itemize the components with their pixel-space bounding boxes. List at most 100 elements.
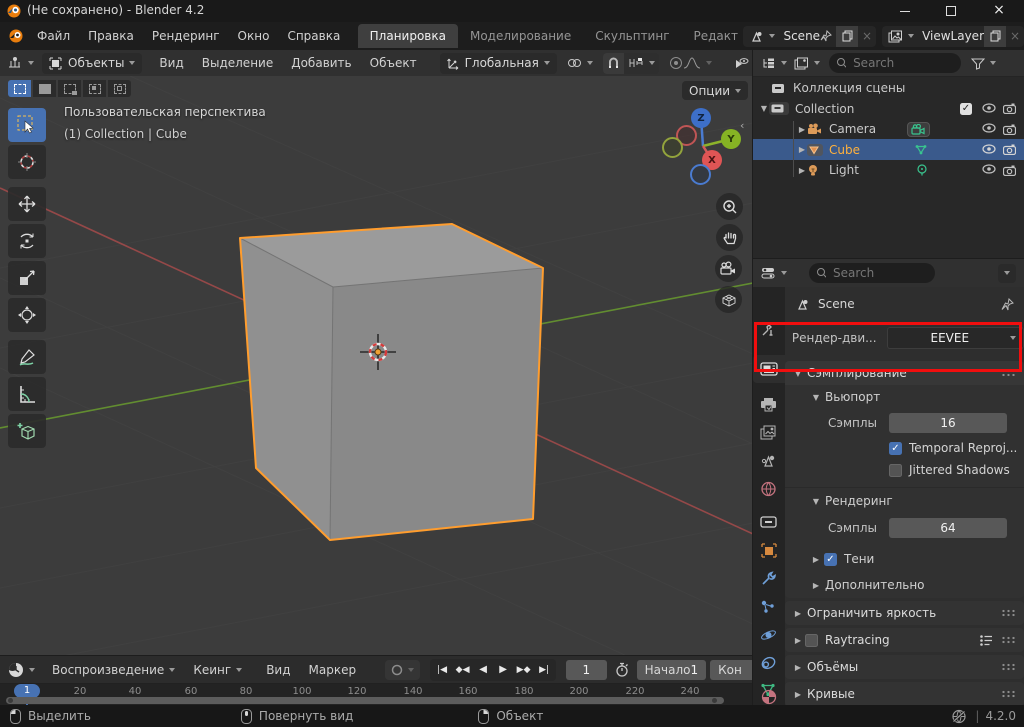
- timeline-editor-type-button[interactable]: [8, 662, 35, 678]
- curves-drag-handle[interactable]: [1001, 690, 1016, 698]
- camera-eye-icon[interactable]: [982, 122, 996, 136]
- light-eye-icon[interactable]: [982, 163, 996, 177]
- tab-output[interactable]: [760, 397, 777, 412]
- frame-end-field[interactable]: Кон: [710, 660, 752, 680]
- tab-constraints[interactable]: [760, 655, 777, 671]
- select-box-variant-subtract[interactable]: [58, 80, 81, 97]
- frame-start-field[interactable]: Начало 1: [637, 660, 706, 680]
- tool-select-box[interactable]: [8, 108, 46, 142]
- auto-keying-button[interactable]: [385, 660, 420, 680]
- menu-help[interactable]: Справка: [278, 23, 349, 49]
- workspace-tab-sculpting[interactable]: Скульптинг: [583, 24, 681, 48]
- gizmo-axis-z[interactable]: Z: [691, 108, 711, 128]
- view-menu[interactable]: Вид: [150, 50, 192, 76]
- snap-toggle-button[interactable]: [603, 53, 624, 74]
- advanced-subpanel-header[interactable]: ▶ Дополнительно: [785, 572, 1024, 598]
- gizmo-axis-neg-z[interactable]: [690, 164, 711, 185]
- network-offline-icon[interactable]: [951, 709, 967, 724]
- properties-search[interactable]: [809, 263, 935, 283]
- zoom-button[interactable]: [716, 193, 743, 220]
- playhead-marker[interactable]: 1: [14, 684, 40, 698]
- raytracing-checkbox[interactable]: [805, 634, 818, 647]
- menu-file[interactable]: Файл: [28, 23, 79, 49]
- properties-options-button[interactable]: [998, 264, 1016, 283]
- tab-world[interactable]: [760, 481, 777, 497]
- keying-menu[interactable]: Кеинг: [184, 657, 251, 683]
- cube-render-icon[interactable]: [1003, 144, 1016, 155]
- tab-modifiers[interactable]: [760, 571, 777, 587]
- properties-editor-type-button[interactable]: [760, 266, 787, 280]
- use-preview-range-button[interactable]: [615, 662, 629, 677]
- cube-object[interactable]: [240, 224, 543, 540]
- outliner-row-collection[interactable]: ▼ Collection ✓: [753, 98, 1024, 119]
- select-menu[interactable]: Выделение: [193, 50, 282, 76]
- raytracing-panel-header[interactable]: ▶ Raytracing: [785, 628, 1024, 652]
- light-render-icon[interactable]: [1003, 165, 1016, 176]
- clamp-panel-header[interactable]: ▶ Ограничить яркость: [785, 601, 1024, 625]
- outliner-row-scene-collection[interactable]: Коллекция сцены: [753, 77, 1024, 98]
- light-expand-icon[interactable]: ▶: [797, 166, 807, 175]
- next-keyframe-button[interactable]: ▶◆: [513, 665, 534, 675]
- gizmo-axis-neg-x[interactable]: [662, 137, 683, 158]
- outliner-filter-image-button[interactable]: [794, 57, 820, 70]
- viewlayer-name[interactable]: ViewLayer: [922, 29, 984, 43]
- workspace-tab-layout[interactable]: Планировка: [358, 24, 458, 48]
- marker-menu[interactable]: Маркер: [300, 657, 366, 683]
- raytracing-drag-handle[interactable]: [1001, 636, 1016, 644]
- new-scene-button[interactable]: [836, 26, 858, 47]
- curves-panel-header[interactable]: ▶ Кривые: [785, 682, 1024, 705]
- outliner-search-input[interactable]: [851, 55, 954, 71]
- jittered-checkbox[interactable]: [889, 464, 902, 477]
- scene-name[interactable]: Scene: [783, 29, 820, 43]
- tool-rotate[interactable]: [8, 224, 46, 258]
- navigation-gizmo[interactable]: Z Y X: [655, 97, 751, 193]
- menu-edit[interactable]: Правка: [79, 23, 143, 49]
- tab-physics[interactable]: [760, 627, 777, 643]
- cube-data-icon[interactable]: [914, 144, 928, 156]
- scrollbar-left-knob[interactable]: [8, 698, 13, 703]
- workspace-tab-modeling[interactable]: Моделирование: [458, 24, 583, 48]
- sidebar-collapse-arrow[interactable]: ‹: [740, 119, 744, 132]
- tab-material[interactable]: [761, 689, 777, 705]
- viewport-subpanel-header[interactable]: ▼ Вьюпорт: [785, 385, 1024, 409]
- prev-keyframe-button[interactable]: ◆◀: [452, 665, 473, 675]
- temporal-checkbox[interactable]: ✓: [889, 442, 902, 455]
- timeline-scrollbar[interactable]: [6, 697, 724, 704]
- light-data-icon[interactable]: [916, 164, 928, 176]
- tool-cursor[interactable]: [8, 145, 46, 179]
- select-box-variant-invert[interactable]: [83, 80, 106, 97]
- jump-to-start-button[interactable]: |◀: [432, 665, 452, 675]
- workspace-tab-editing[interactable]: Редактирован: [682, 24, 740, 48]
- outliner-display-mode-button[interactable]: [761, 57, 787, 70]
- menu-window[interactable]: Окно: [229, 23, 279, 49]
- blender-menu-icon[interactable]: [8, 29, 24, 43]
- close-button[interactable]: ×: [974, 0, 1024, 22]
- remove-viewlayer-button[interactable]: ×: [1006, 29, 1024, 43]
- add-menu[interactable]: Добавить: [282, 50, 360, 76]
- snap-target-button[interactable]: [624, 53, 659, 74]
- mode-selector[interactable]: Объекты: [42, 53, 142, 74]
- select-box-variant-intersect[interactable]: [108, 80, 131, 97]
- tool-annotate[interactable]: [8, 340, 46, 374]
- minimize-button[interactable]: [882, 0, 928, 22]
- tool-add-cube[interactable]: [8, 414, 46, 448]
- viewport-3d[interactable]: Пользовательская перспектива (1) Collect…: [0, 76, 752, 655]
- tab-view-layer[interactable]: [760, 425, 777, 440]
- scene-browse-icon[interactable]: [749, 30, 764, 43]
- camera-render-icon[interactable]: [1003, 124, 1016, 135]
- unlink-scene-button[interactable]: ×: [858, 29, 876, 43]
- properties-search-input[interactable]: [831, 265, 928, 281]
- pin-icon[interactable]: [820, 30, 832, 42]
- jump-to-end-button[interactable]: ▶|: [534, 665, 554, 675]
- tab-scene[interactable]: [760, 453, 777, 468]
- editor-type-button[interactable]: [7, 56, 34, 70]
- camera-data-icon[interactable]: [907, 122, 930, 137]
- cube-expand-icon[interactable]: ▶: [797, 145, 807, 154]
- tool-measure[interactable]: [8, 377, 46, 411]
- shadows-subpanel-header[interactable]: ▶ ✓ Тени: [785, 546, 1024, 572]
- viewlayer-selector[interactable]: ViewLayer ×: [882, 26, 1024, 47]
- render-subpanel-header[interactable]: ▼ Рендеринг: [785, 487, 1024, 514]
- current-frame-field[interactable]: 1: [566, 660, 607, 680]
- viewport-samples-field[interactable]: 16: [889, 413, 1007, 433]
- outliner-search[interactable]: [829, 53, 961, 73]
